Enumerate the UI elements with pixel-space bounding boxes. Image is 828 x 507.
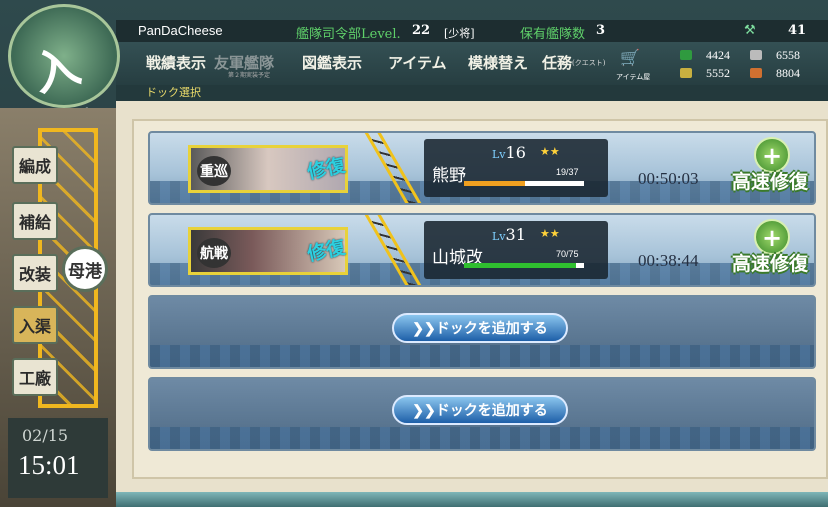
home-port-button[interactable]: 母港 — [62, 246, 108, 292]
dock-slot-3: ❯❯ドックを追加する — [148, 295, 816, 369]
ammo-icon — [680, 68, 692, 78]
ship-stars: ★★ — [540, 227, 560, 240]
menu-quests-sub: (クエスト) — [572, 59, 606, 67]
ship-banner: 重巡 修復 — [188, 145, 348, 193]
repair-timer: 00:38:44 — [638, 251, 699, 270]
dock-slot-2[interactable]: 航戦 修復 Lv31 ★★ 山城改 70/75 00:38:44 + 高速修復 — [148, 213, 816, 287]
hp-bar-fill — [464, 181, 526, 186]
ship-info: Lv31 ★★ 山城改 70/75 — [424, 221, 608, 279]
repair-stamp: 修復 — [305, 236, 348, 266]
bauxite-icon — [750, 68, 762, 78]
ship-info: Lv16 ★★ 熊野 19/37 — [424, 139, 608, 197]
ship-type-badge: 重巡 — [197, 156, 231, 186]
level-prefix: Lv — [492, 230, 506, 243]
steel-icon — [750, 50, 762, 60]
status-bar: PanDaCheese 艦隊司令部Level. 22 [少将] 保有艦隊数 3 … — [116, 20, 828, 42]
bottom-bar — [116, 492, 828, 507]
bauxite-value: 8804 — [776, 66, 800, 80]
ship-hp: 70/75 — [556, 249, 579, 259]
ammo-value: 5552 — [706, 66, 730, 80]
fast-repair-label: 高速修復 — [732, 171, 809, 193]
repair-stamp: 修復 — [305, 154, 348, 184]
menu-friend-fleet-sub: 第２期実装予定 — [228, 72, 271, 79]
sidebar-item-repair[interactable]: 入渠 — [12, 306, 58, 344]
steel-value: 6558 — [776, 48, 800, 62]
bucket-icon: ⚒ — [744, 23, 756, 38]
fast-repair-button[interactable]: + 高速修復 — [732, 137, 812, 203]
repair-timer: 00:50:03 — [638, 169, 699, 188]
date: 02/15 — [22, 426, 69, 445]
hp-bar-fill — [464, 263, 576, 268]
sidebar-item-remodel[interactable]: 改装 — [12, 254, 58, 292]
dock-slot-4: ❯❯ドックを追加する — [148, 377, 816, 451]
hp-bar — [464, 181, 584, 186]
level-value: 22 — [412, 23, 431, 38]
bucket-count: 41 — [788, 23, 807, 38]
fuel-icon — [680, 50, 692, 60]
item-shop-label[interactable]: アイテム屋 — [616, 72, 650, 82]
fast-repair-label: 高速修復 — [732, 253, 809, 275]
menu-encyclopedia[interactable]: 図鑑表示 — [302, 52, 362, 73]
add-dock-button[interactable]: ❯❯ドックを追加する — [392, 313, 568, 343]
add-dock-button[interactable]: ❯❯ドックを追加する — [392, 395, 568, 425]
rank-label: [少将] — [444, 27, 475, 40]
ship-level: 16 — [505, 143, 526, 162]
ship-hp: 19/37 — [556, 167, 579, 177]
hp-bar — [464, 263, 584, 268]
time: 15:01 — [18, 450, 80, 480]
fleet-count-value: 3 — [596, 23, 606, 38]
ship-type-badge: 航戦 — [197, 238, 231, 268]
ship-name: 熊野 — [432, 166, 466, 186]
breadcrumb: ドック選択 — [116, 85, 828, 101]
ship-level: 31 — [505, 225, 526, 244]
docking-logo: 入渠 — [8, 4, 120, 166]
menu-furniture[interactable]: 模様替え — [468, 52, 528, 73]
fleet-count-label: 保有艦隊数 — [520, 27, 586, 42]
main-menu: 戦績表示 友軍艦隊 第２期実装予定 図鑑表示 アイテム 模様替え 任務 (クエス… — [116, 48, 828, 84]
ship-banner: 航戦 修復 — [188, 227, 348, 275]
player-name: PanDaCheese — [138, 23, 223, 38]
fast-repair-button[interactable]: + 高速修復 — [732, 219, 812, 285]
item-shop-icon[interactable]: 🛒 — [620, 48, 640, 67]
menu-quests[interactable]: 任務 — [542, 52, 572, 73]
menu-battle-record[interactable]: 戦績表示 — [146, 52, 206, 73]
menu-items[interactable]: アイテム — [388, 52, 447, 73]
sidebar-item-organize[interactable]: 編成 — [12, 146, 58, 184]
level-prefix: Lv — [492, 148, 506, 161]
fuel-value: 4424 — [706, 48, 730, 62]
ship-stars: ★★ — [540, 145, 560, 158]
sidebar-item-supply[interactable]: 補給 — [12, 202, 58, 240]
sidebar-item-arsenal[interactable]: 工廠 — [12, 358, 58, 396]
dock-slot-1[interactable]: 重巡 修復 Lv16 ★★ 熊野 19/37 00:50:03 + 高速修復 — [148, 131, 816, 205]
level-label: 艦隊司令部Level. — [296, 27, 401, 42]
